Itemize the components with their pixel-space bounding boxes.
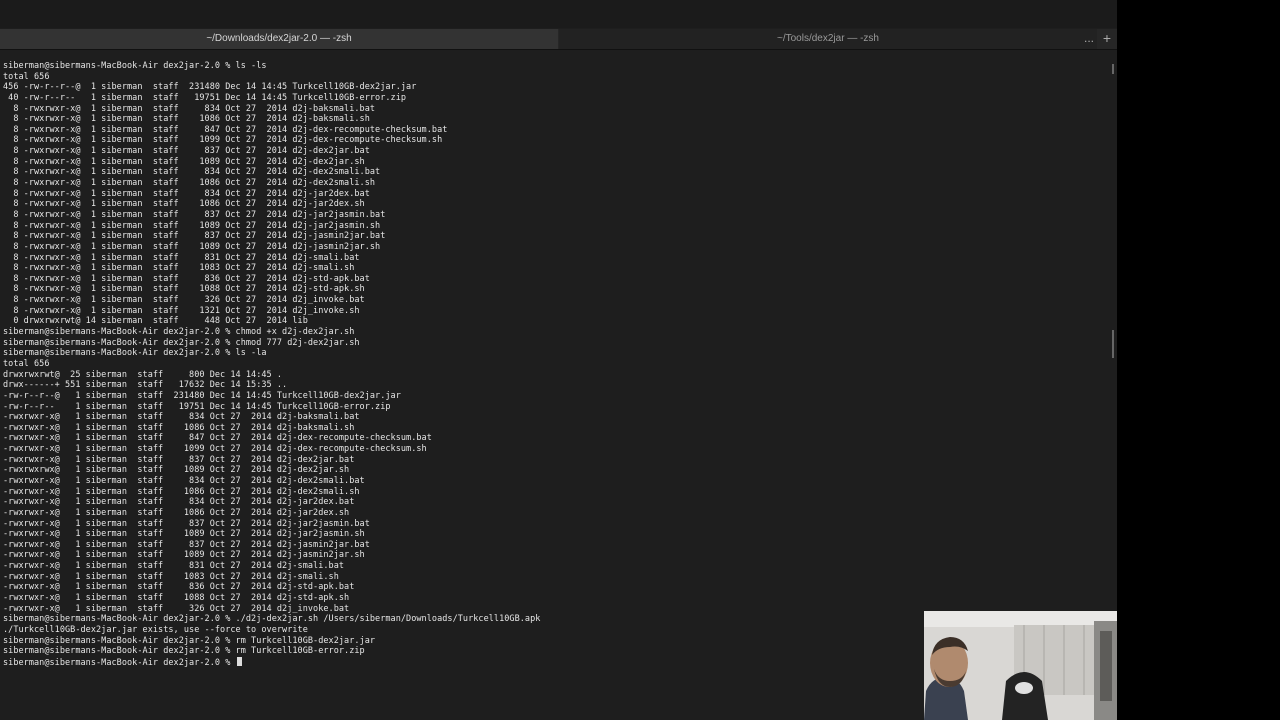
window-titlebar	[0, 0, 1117, 28]
terminal-line: total 656	[3, 71, 50, 82]
terminal-line: -rw-r--r--@ 1 siberman staff 231480 Dec …	[3, 390, 401, 401]
terminal-line: -rwxrwxr-x@ 1 siberman staff 1088 Oct 27…	[3, 593, 350, 604]
terminal-line: 0 drwxrwxrwt@ 14 siberman staff 448 Oct …	[3, 316, 308, 327]
tab-overflow-icon[interactable]: ...	[1082, 29, 1096, 49]
terminal-line: 8 -rwxrwxr-x@ 1 siberman staff 837 Oct 2…	[3, 209, 386, 220]
terminal-line: 8 -rwxrwxr-x@ 1 siberman staff 847 Oct 2…	[3, 124, 448, 135]
terminal-line: 8 -rwxrwxr-x@ 1 siberman staff 1086 Oct …	[3, 114, 370, 125]
webcam-overlay	[924, 611, 1117, 720]
terminal-line: -rwxrwxr-x@ 1 siberman staff 847 Oct 27 …	[3, 433, 432, 444]
terminal-line: drwxrwxrwt@ 25 siberman staff 800 Dec 14…	[3, 369, 283, 380]
terminal-output[interactable]: siberman@sibermans-MacBook-Air dex2jar-2…	[3, 61, 1103, 668]
terminal-line: -rwxrwxr-x@ 1 siberman staff 1083 Oct 27…	[3, 571, 339, 582]
terminal-line: 8 -rwxrwxr-x@ 1 siberman staff 1089 Oct …	[3, 241, 381, 252]
terminal-line: -rwxrwxr-x@ 1 siberman staff 837 Oct 27 …	[3, 539, 370, 550]
tab-bar: ~/Downloads/dex2jar-2.0 — -zsh ~/Tools/d…	[0, 29, 1117, 50]
terminal-line: siberman@sibermans-MacBook-Air dex2jar-2…	[3, 61, 267, 71]
new-tab-plus-icon[interactable]: +	[1098, 29, 1116, 49]
terminal-line: 8 -rwxrwxr-x@ 1 siberman staff 834 Oct 2…	[3, 188, 370, 199]
terminal-line: siberman@sibermans-MacBook-Air dex2jar-2…	[3, 348, 267, 359]
terminal-line: -rwxrwxr-x@ 1 siberman staff 1086 Oct 27…	[3, 486, 360, 497]
terminal-line: -rwxrwxr-x@ 1 siberman staff 1089 Oct 27…	[3, 529, 365, 540]
terminal-cursor	[236, 656, 242, 666]
terminal-line: 8 -rwxrwxr-x@ 1 siberman staff 831 Oct 2…	[3, 252, 360, 263]
terminal-line: 8 -rwxrwxr-x@ 1 siberman staff 1089 Oct …	[3, 156, 365, 167]
terminal-line: -rwxrwxr-x@ 1 siberman staff 831 Oct 27 …	[3, 561, 345, 572]
terminal-line: total 656	[3, 358, 50, 369]
terminal-line: 8 -rwxrwxr-x@ 1 siberman staff 834 Oct 2…	[3, 103, 376, 114]
terminal-line: -rwxrwxr-x@ 1 siberman staff 1099 Oct 27…	[3, 444, 427, 455]
terminal-line: 8 -rwxrwxr-x@ 1 siberman staff 1089 Oct …	[3, 220, 381, 231]
terminal-line: 456 -rw-r--r--@ 1 siberman staff 231480 …	[3, 82, 417, 93]
terminal-line: 8 -rwxrwxr-x@ 1 siberman staff 837 Oct 2…	[3, 146, 370, 157]
tab-tools-dex2jar[interactable]: ~/Tools/dex2jar — -zsh	[559, 29, 1097, 49]
terminal-line: 8 -rwxrwxr-x@ 1 siberman staff 834 Oct 2…	[3, 167, 381, 178]
terminal-line: 8 -rwxrwxr-x@ 1 siberman staff 1086 Oct …	[3, 178, 376, 189]
terminal-line: 8 -rwxrwxr-x@ 1 siberman staff 1099 Oct …	[3, 135, 443, 146]
terminal-line: 40 -rw-r--r-- 1 siberman staff 19751 Dec…	[3, 92, 407, 103]
desktop-background	[1117, 0, 1280, 720]
terminal-line: 8 -rwxrwxr-x@ 1 siberman staff 1321 Oct …	[3, 305, 360, 316]
terminal-line: -rwxrwxr-x@ 1 siberman staff 837 Oct 27 …	[3, 518, 370, 529]
terminal-line: -rwxrwxr-x@ 1 siberman staff 836 Oct 27 …	[3, 582, 355, 593]
terminal-line: 8 -rwxrwxr-x@ 1 siberman staff 836 Oct 2…	[3, 273, 370, 284]
terminal-line: -rwxrwxr-x@ 1 siberman staff 837 Oct 27 …	[3, 454, 355, 465]
tab-downloads-dex2jar[interactable]: ~/Downloads/dex2jar-2.0 — -zsh	[0, 29, 558, 49]
scroll-mark	[1112, 330, 1114, 358]
terminal-line: drwx------+ 551 siberman staff 17632 Dec…	[3, 380, 288, 391]
terminal-line: -rwxrwxr-x@ 1 siberman staff 834 Oct 27 …	[3, 497, 355, 508]
terminal-line: 8 -rwxrwxr-x@ 1 siberman staff 1086 Oct …	[3, 199, 365, 210]
terminal-line: siberman@sibermans-MacBook-Air dex2jar-2…	[3, 327, 355, 338]
terminal-line: -rw-r--r-- 1 siberman staff 19751 Dec 14…	[3, 401, 391, 412]
terminal-line: -rwxrwxr-x@ 1 siberman staff 1089 Oct 27…	[3, 550, 365, 561]
terminal-line: 8 -rwxrwxr-x@ 1 siberman staff 1088 Oct …	[3, 284, 365, 295]
webcam-person-image	[924, 611, 1117, 720]
terminal-line: -rwxrwxr-x@ 1 siberman staff 834 Oct 27 …	[3, 475, 365, 486]
terminal-line: 8 -rwxrwxr-x@ 1 siberman staff 837 Oct 2…	[3, 231, 386, 242]
terminal-line: -rwxrwxr-x@ 1 siberman staff 834 Oct 27 …	[3, 412, 360, 423]
scrollbar[interactable]	[1112, 60, 1114, 700]
terminal-line: 8 -rwxrwxr-x@ 1 siberman staff 1083 Oct …	[3, 263, 355, 274]
scroll-mark	[1112, 64, 1114, 74]
terminal-line: -rwxrwxrwx@ 1 siberman staff 1089 Oct 27…	[3, 465, 350, 476]
terminal-line: -rwxrwxr-x@ 1 siberman staff 1086 Oct 27…	[3, 507, 350, 518]
terminal-line: siberman@sibermans-MacBook-Air dex2jar-2…	[3, 337, 360, 348]
terminal-line: -rwxrwxr-x@ 1 siberman staff 1086 Oct 27…	[3, 422, 355, 433]
terminal-line: 8 -rwxrwxr-x@ 1 siberman staff 326 Oct 2…	[3, 295, 365, 306]
